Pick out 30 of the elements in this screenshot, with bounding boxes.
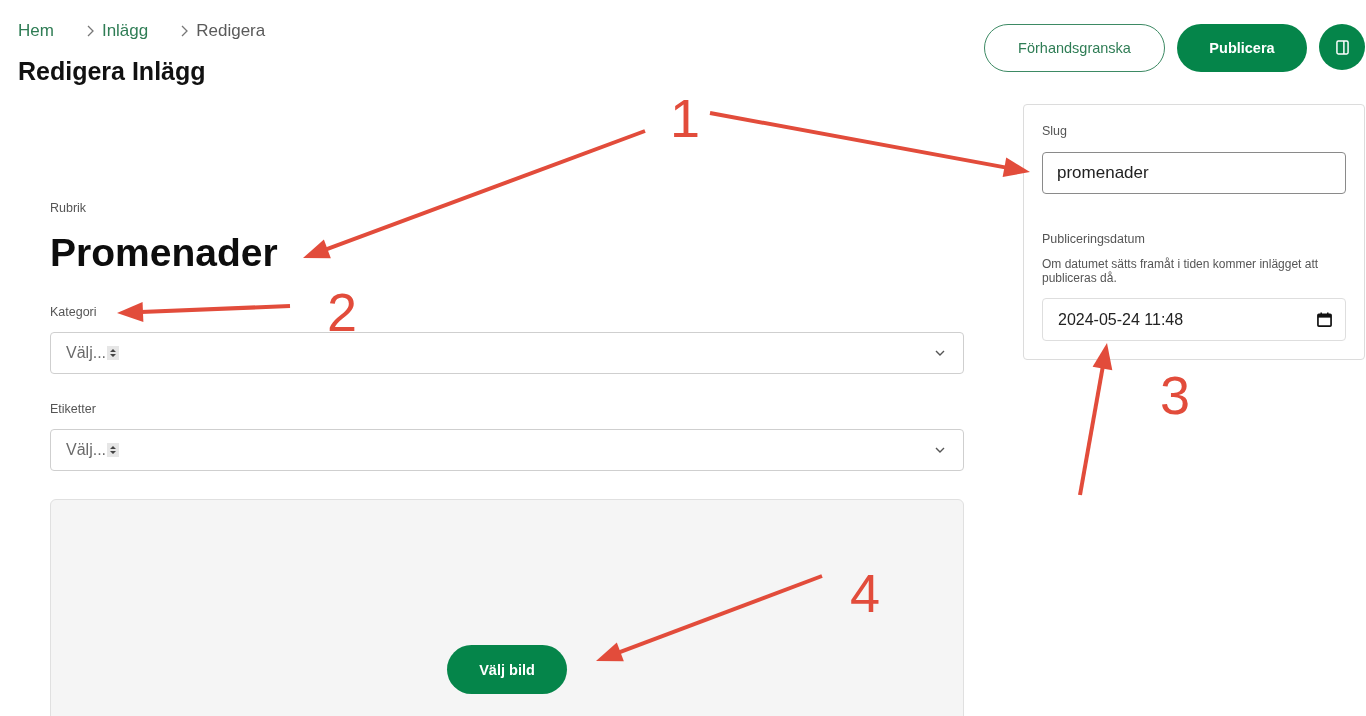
sidebar-toggle-button[interactable] bbox=[1319, 24, 1365, 70]
side-panel-icon bbox=[1335, 39, 1349, 55]
slug-field[interactable]: promenader bbox=[1042, 152, 1346, 194]
breadcrumb-current: Redigera bbox=[196, 20, 266, 42]
field-label: Slug bbox=[1042, 123, 1069, 139]
field-label: Etiketter bbox=[50, 401, 96, 417]
preview-button[interactable]: Förhandsgranska bbox=[984, 24, 1165, 72]
calendar-icon[interactable] bbox=[1317, 312, 1332, 327]
sort-arrows-icon bbox=[107, 346, 119, 360]
breadcrumb-link[interactable]: Inlägg bbox=[101, 20, 149, 42]
publish-button[interactable]: Publicera bbox=[1177, 24, 1307, 72]
field-label: Publiceringsdatum bbox=[1042, 231, 1146, 247]
sort-arrows-icon bbox=[107, 443, 119, 457]
date-field[interactable]: 2024-05-24 11:48 bbox=[1042, 298, 1346, 341]
select-field[interactable]: Välj... bbox=[50, 332, 964, 374]
field-label: Kategori bbox=[50, 304, 97, 320]
title-text[interactable]: Promenader bbox=[50, 230, 278, 276]
breadcrumb-link[interactable]: Hem bbox=[18, 20, 54, 42]
choose-image-button[interactable]: Välj bild bbox=[447, 645, 567, 694]
chevron-down-icon bbox=[935, 350, 945, 356]
field-label: Rubrik bbox=[50, 200, 87, 216]
page-title: Redigera Inlägg bbox=[18, 56, 207, 86]
annotation-number: 1 bbox=[670, 91, 700, 145]
chevron-right-icon bbox=[86, 25, 94, 37]
annotation-number: 4 bbox=[850, 566, 880, 620]
select-field[interactable]: Välj... bbox=[50, 429, 964, 471]
chevron-right-icon bbox=[181, 25, 189, 37]
help-text: Om datumet sätts framåt i tiden kommer inlägget att publiceras då. bbox=[1042, 257, 1320, 285]
chevron-down-icon bbox=[935, 447, 945, 453]
annotation-number: 3 bbox=[1160, 368, 1190, 422]
